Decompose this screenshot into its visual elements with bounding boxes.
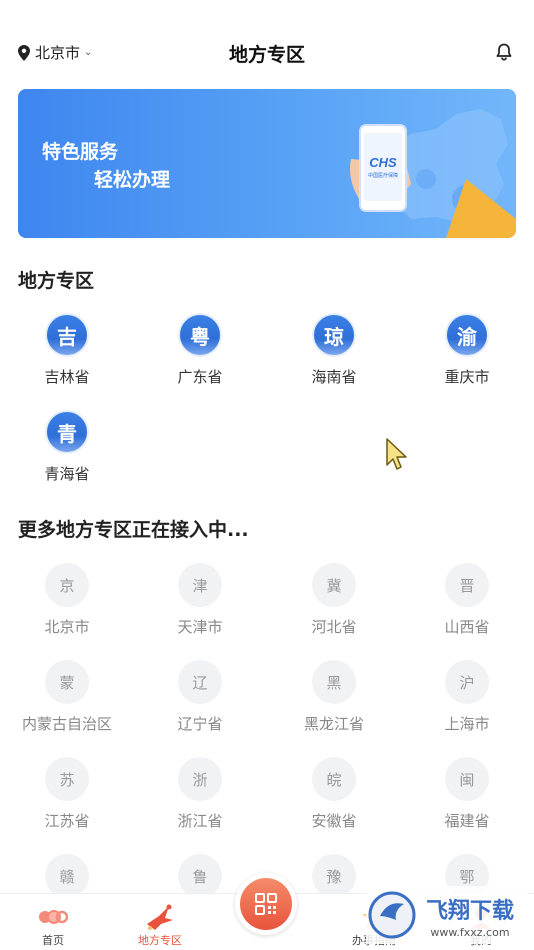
region-item: 冀河北省 <box>284 563 384 637</box>
region-badge-icon: 皖 <box>312 757 356 801</box>
region-item: 皖安徽省 <box>284 757 384 831</box>
region-badge-icon: 沪 <box>445 660 489 704</box>
banner-line-1: 特色服务 <box>42 141 119 163</box>
region-item: 晋山西省 <box>417 563 517 637</box>
region-badge-icon: 辽 <box>178 660 222 704</box>
region-label: 青海省 <box>44 465 90 483</box>
region-label: 海南省 <box>311 368 357 386</box>
region-label: 山西省 <box>444 618 490 636</box>
watermark-text: 飞翔下载 <box>426 898 514 924</box>
region-item: 苏江苏省 <box>17 757 117 831</box>
tab-home[interactable]: 首页 <box>3 894 103 950</box>
region-badge-icon: 蒙 <box>45 660 89 704</box>
region-label: 广东省 <box>177 368 223 386</box>
region-item: 津天津市 <box>150 563 250 637</box>
region-item: 京北京市 <box>17 563 117 637</box>
region-badge-icon: 津 <box>178 563 222 607</box>
tab-local-label: 地方专区 <box>138 934 182 947</box>
region-badge-icon: 黑 <box>312 660 356 704</box>
scan-button[interactable] <box>235 873 297 935</box>
watermark-logo: 飞翔下载 www.fxxz.com <box>366 886 528 944</box>
region-item[interactable]: 琼海南省 <box>284 313 384 387</box>
china-map-phone-illustration: CHS 中国医疗保障 <box>350 109 516 238</box>
banner-line-2: 轻松办理 <box>94 169 171 191</box>
region-item: 沪上海市 <box>417 660 517 734</box>
region-label: 内蒙古自治区 <box>21 715 112 733</box>
region-label: 吉林省 <box>44 368 90 386</box>
banner-logo-sub: 中国医疗保障 <box>368 172 398 179</box>
region-label: 黑龙江省 <box>303 715 364 733</box>
region-badge-icon: 闽 <box>445 757 489 801</box>
tab-local[interactable]: 地方专区 <box>110 894 210 950</box>
region-badge-icon: 京 <box>45 563 89 607</box>
region-badge-icon: 赣 <box>45 854 89 898</box>
bell-icon[interactable] <box>494 42 514 62</box>
region-badge-icon: 豫 <box>312 854 356 898</box>
region-item: 浙浙江省 <box>150 757 250 831</box>
region-badge-icon: 粤 <box>178 313 222 357</box>
mouse-cursor-icon <box>386 438 407 470</box>
region-label: 重庆市 <box>444 368 490 386</box>
promo-banner[interactable]: 特色服务 轻松办理 CHS 中国医疗保障 <box>18 89 516 238</box>
region-label: 安徽省 <box>311 812 357 830</box>
tab-home-label: 首页 <box>42 934 64 947</box>
home-icon <box>39 910 68 924</box>
region-badge-icon: 鲁 <box>178 854 222 898</box>
region-badge-icon: 吉 <box>45 313 89 357</box>
section-title-more: 更多地方专区正在接入中... <box>18 519 249 541</box>
region-label: 辽宁省 <box>177 715 223 733</box>
region-label: 江苏省 <box>44 812 90 830</box>
region-label: 天津市 <box>177 618 223 636</box>
section-title-local: 地方专区 <box>18 270 95 292</box>
region-label: 浙江省 <box>177 812 223 830</box>
region-badge-icon: 冀 <box>312 563 356 607</box>
region-label: 上海市 <box>444 715 490 733</box>
banner-logo: CHS <box>369 155 397 170</box>
region-item: 蒙内蒙古自治区 <box>17 660 117 734</box>
crane-icon <box>147 904 173 930</box>
region-badge-icon: 苏 <box>45 757 89 801</box>
region-item[interactable]: 粤广东省 <box>150 313 250 387</box>
qr-scan-icon <box>255 893 277 915</box>
page-title: 地方专区 <box>228 44 305 66</box>
region-badge-icon: 琼 <box>312 313 356 357</box>
region-item: 闽福建省 <box>417 757 517 831</box>
region-item[interactable]: 吉吉林省 <box>17 313 117 387</box>
region-item[interactable]: 青青海省 <box>17 410 117 484</box>
region-label: 河北省 <box>311 618 357 636</box>
region-badge-icon: 浙 <box>178 757 222 801</box>
region-badge-icon: 晋 <box>445 563 489 607</box>
region-badge-icon: 青 <box>45 410 89 454</box>
region-badge-icon: 渝 <box>445 313 489 357</box>
watermark-url: www.fxxz.com <box>430 926 509 939</box>
region-label: 北京市 <box>44 618 90 636</box>
region-item: 黑黑龙江省 <box>284 660 384 734</box>
region-item[interactable]: 渝重庆市 <box>417 313 517 387</box>
region-item: 辽辽宁省 <box>150 660 250 734</box>
region-label: 福建省 <box>444 812 490 830</box>
